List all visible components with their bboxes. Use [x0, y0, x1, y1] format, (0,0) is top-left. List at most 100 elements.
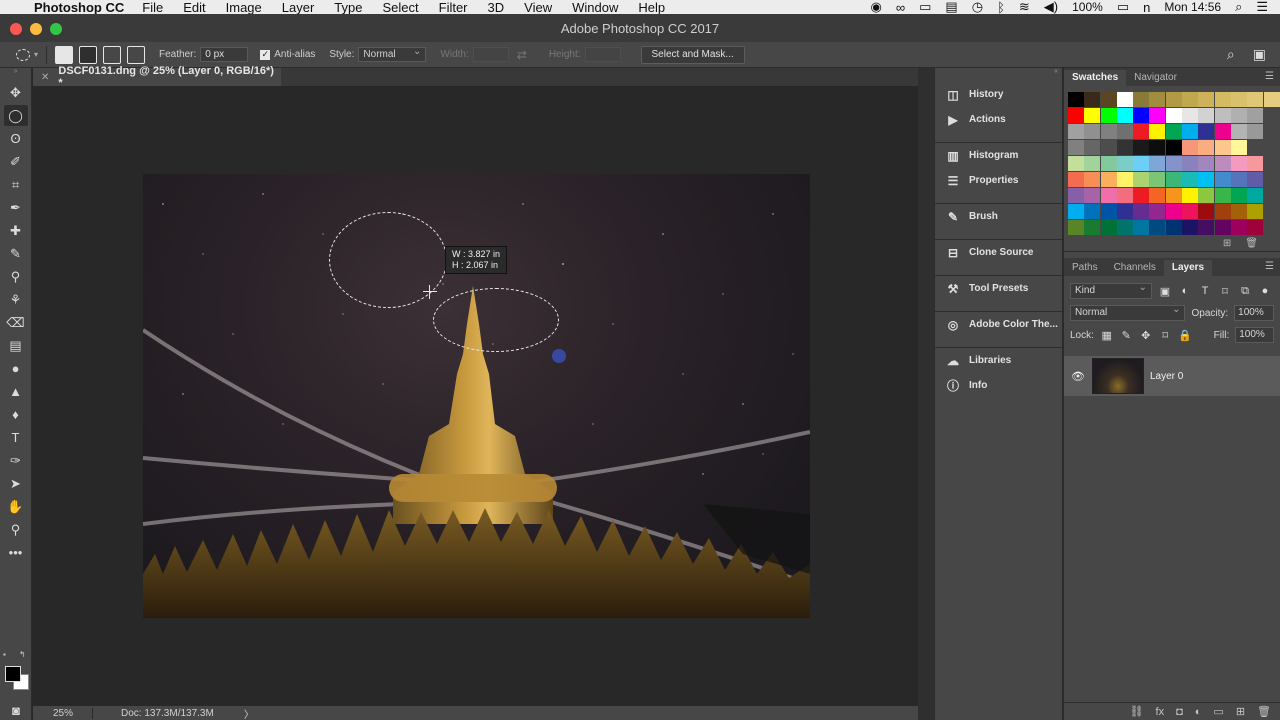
color-swatch[interactable]	[1068, 204, 1084, 219]
color-swatch[interactable]	[1116, 124, 1133, 139]
color-swatch[interactable]	[1100, 108, 1117, 123]
color-swatch[interactable]	[1230, 220, 1247, 235]
quick-selection-tool-icon[interactable]: ✐	[4, 151, 28, 172]
fx-icon[interactable]: fx	[1156, 706, 1165, 718]
color-swatch[interactable]	[1182, 92, 1199, 107]
color-swatch[interactable]	[1230, 188, 1247, 203]
fill-input[interactable]: 100%	[1235, 327, 1275, 343]
lasso-tool-icon[interactable]: ʘ	[4, 128, 28, 149]
color-swatch[interactable]	[1100, 220, 1117, 235]
color-swatch[interactable]	[1198, 172, 1215, 187]
color-swatch[interactable]	[1230, 172, 1247, 187]
color-swatch[interactable]	[1214, 220, 1231, 235]
color-swatch[interactable]	[1116, 172, 1133, 187]
app-menu[interactable]: Photoshop CC	[34, 0, 124, 15]
color-swatch[interactable]	[1068, 140, 1084, 155]
color-swatch[interactable]	[1165, 172, 1182, 187]
zoom-level[interactable]: 25%	[33, 707, 93, 719]
close-window-button[interactable]	[10, 23, 22, 35]
clock[interactable]: Mon 14:56	[1164, 0, 1221, 14]
color-swatch[interactable]	[1100, 92, 1117, 107]
color-swatch[interactable]	[1149, 204, 1166, 219]
color-swatch[interactable]	[1068, 156, 1084, 171]
color-swatch[interactable]	[1116, 220, 1133, 235]
color-swatch[interactable]	[1133, 172, 1150, 187]
opacity-input[interactable]: 100%	[1234, 305, 1274, 321]
status-menu-arrow[interactable]: 〉	[244, 706, 254, 720]
new-selection-button[interactable]	[55, 45, 73, 64]
workspace-icon[interactable]: ▣	[1253, 46, 1266, 63]
tab-layers[interactable]: Layers	[1163, 260, 1213, 276]
subtract-from-selection-button[interactable]	[103, 45, 121, 64]
delete-layer-icon[interactable]: 🗑	[1257, 705, 1271, 718]
menu-select[interactable]: Select	[382, 0, 418, 15]
pixel-filter-icon[interactable]: ▣	[1158, 285, 1172, 298]
dodge-tool-icon[interactable]: ▲	[4, 381, 28, 402]
menu-help[interactable]: Help	[638, 0, 665, 15]
color-swatch[interactable]	[1133, 220, 1150, 235]
color-swatch[interactable]	[1214, 156, 1231, 171]
new-swatch-icon[interactable]: ⊞	[1223, 238, 1231, 249]
color-swatch[interactable]	[1068, 220, 1084, 235]
color-swatch[interactable]	[1116, 188, 1133, 203]
panel-brush[interactable]: ✎ Brush	[935, 204, 1062, 229]
hand-tool-icon[interactable]: ✋	[4, 496, 28, 517]
quick-mask-icon[interactable]: ◙	[4, 700, 28, 720]
collapse-panels-icon[interactable]: «	[935, 68, 1062, 82]
history-brush-tool-icon[interactable]: ⚘	[4, 289, 28, 310]
tab-navigator[interactable]: Navigator	[1126, 70, 1185, 86]
visibility-eye-icon[interactable]: 👁	[1064, 370, 1092, 383]
smart-object-filter-icon[interactable]: ⧉	[1238, 285, 1252, 298]
color-swatch[interactable]	[1133, 204, 1150, 219]
tab-paths[interactable]: Paths	[1064, 260, 1106, 276]
color-swatch[interactable]	[1214, 188, 1231, 203]
type-filter-icon[interactable]: T	[1198, 285, 1212, 297]
search-icon[interactable]: ⌕	[1227, 46, 1235, 63]
more-tools-icon[interactable]: •••	[4, 542, 28, 563]
color-swatch[interactable]	[1214, 124, 1231, 139]
blur-tool-icon[interactable]: ●	[4, 358, 28, 379]
color-swatch[interactable]	[1084, 156, 1101, 171]
color-swatch[interactable]	[1084, 108, 1101, 123]
color-swatch[interactable]	[1116, 92, 1133, 107]
color-swatch[interactable]	[1230, 204, 1247, 219]
color-swatch[interactable]	[1133, 140, 1150, 155]
color-swatch[interactable]	[1100, 204, 1117, 219]
swap-colors-icon[interactable]: ↰	[19, 650, 26, 659]
menu-edit[interactable]: Edit	[183, 0, 205, 15]
color-swatch[interactable]	[1263, 92, 1280, 107]
color-swatch[interactable]	[1100, 156, 1117, 171]
panel-info[interactable]: ⓘ Info	[935, 373, 1062, 398]
brush-tool-icon[interactable]: ✎	[4, 243, 28, 264]
layer-row[interactable]: 👁 Layer 0	[1064, 356, 1280, 396]
panel-tool-presets[interactable]: ⚒ Tool Presets	[935, 276, 1062, 301]
shape-filter-icon[interactable]: ⌑	[1218, 285, 1232, 298]
lock-transparent-icon[interactable]: ▦	[1100, 329, 1114, 342]
zoom-window-button[interactable]	[50, 23, 62, 35]
color-swatch[interactable]	[1133, 188, 1150, 203]
burn-tool-icon[interactable]: ♦	[4, 404, 28, 425]
minimize-window-button[interactable]	[30, 23, 42, 35]
link-layers-icon[interactable]: ⛓	[1130, 705, 1144, 718]
color-swatch[interactable]	[1165, 92, 1182, 107]
feather-input[interactable]: 0 px	[200, 47, 249, 62]
color-swatch[interactable]	[1247, 204, 1264, 219]
delete-swatch-icon[interactable]: 🗑	[1245, 238, 1258, 249]
color-swatch[interactable]	[1247, 156, 1264, 171]
color-swatch[interactable]	[1182, 124, 1199, 139]
color-swatch[interactable]	[1068, 108, 1084, 123]
color-swatch[interactable]	[1182, 108, 1199, 123]
color-swatch[interactable]	[1068, 92, 1084, 107]
color-swatch[interactable]	[1068, 188, 1084, 203]
select-and-mask-button[interactable]: Select and Mask...	[640, 45, 745, 64]
default-colors-icon[interactable]: ▪	[3, 650, 6, 659]
panel-menu-icon[interactable]: ☰	[1265, 261, 1274, 272]
tab-swatches[interactable]: Swatches	[1064, 70, 1127, 86]
color-swatch[interactable]	[1182, 204, 1199, 219]
panel-libraries[interactable]: ☁ Libraries	[935, 348, 1062, 373]
kind-filter-select[interactable]: Kind	[1070, 281, 1152, 299]
type-tool-icon[interactable]: T	[4, 427, 28, 448]
new-group-icon[interactable]: ▭	[1213, 705, 1223, 718]
color-swatch[interactable]	[1149, 156, 1166, 171]
color-swatch[interactable]	[1230, 92, 1247, 107]
